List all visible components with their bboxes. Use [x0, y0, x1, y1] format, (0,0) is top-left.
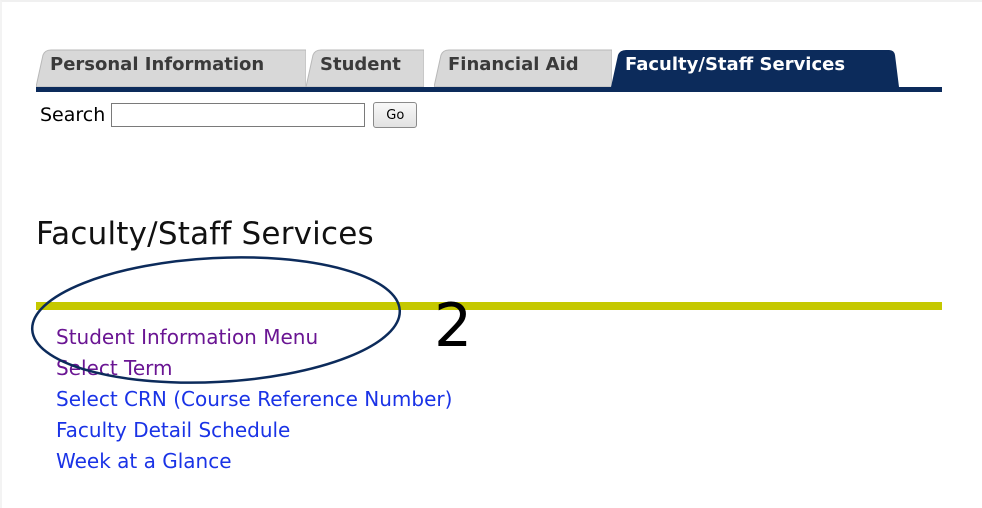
- select-crn-link[interactable]: Select CRN (Course Reference Number): [56, 387, 452, 411]
- menu-link-list: Student Information Menu Select Term Sel…: [56, 322, 452, 477]
- title-divider: [36, 302, 942, 310]
- tab-personal-information[interactable]: Personal Information: [36, 47, 306, 87]
- tab-label: Student: [320, 53, 401, 75]
- tab-label: Faculty/Staff Services: [625, 53, 846, 75]
- list-item: Select CRN (Course Reference Number): [56, 384, 452, 415]
- select-term-link[interactable]: Select Term: [56, 356, 173, 380]
- student-information-menu-link[interactable]: Student Information Menu: [56, 325, 318, 349]
- search-input[interactable]: [111, 103, 366, 127]
- tab-faculty-staff-services[interactable]: Faculty/Staff Services: [611, 47, 899, 87]
- annotation-step-number: 2: [434, 291, 473, 361]
- tab-label: Personal Information: [50, 53, 265, 75]
- go-button[interactable]: Go: [373, 102, 418, 128]
- search-label: Search: [40, 104, 106, 126]
- tab-student[interactable]: Student: [306, 47, 424, 87]
- page-title: Faculty/Staff Services: [36, 216, 374, 252]
- search-bar: Search Go: [40, 100, 418, 130]
- list-item: Faculty Detail Schedule: [56, 415, 452, 446]
- tab-bar-underline: [36, 87, 942, 92]
- tab-label: Financial Aid: [448, 53, 579, 75]
- faculty-detail-schedule-link[interactable]: Faculty Detail Schedule: [56, 418, 290, 442]
- list-item: Student Information Menu: [56, 322, 452, 353]
- list-item: Select Term: [56, 353, 452, 384]
- main-tab-bar: Personal Information Student Financial A…: [36, 47, 942, 87]
- week-at-a-glance-link[interactable]: Week at a Glance: [56, 449, 232, 473]
- list-item: Week at a Glance: [56, 446, 452, 477]
- tab-financial-aid[interactable]: Financial Aid: [434, 47, 612, 87]
